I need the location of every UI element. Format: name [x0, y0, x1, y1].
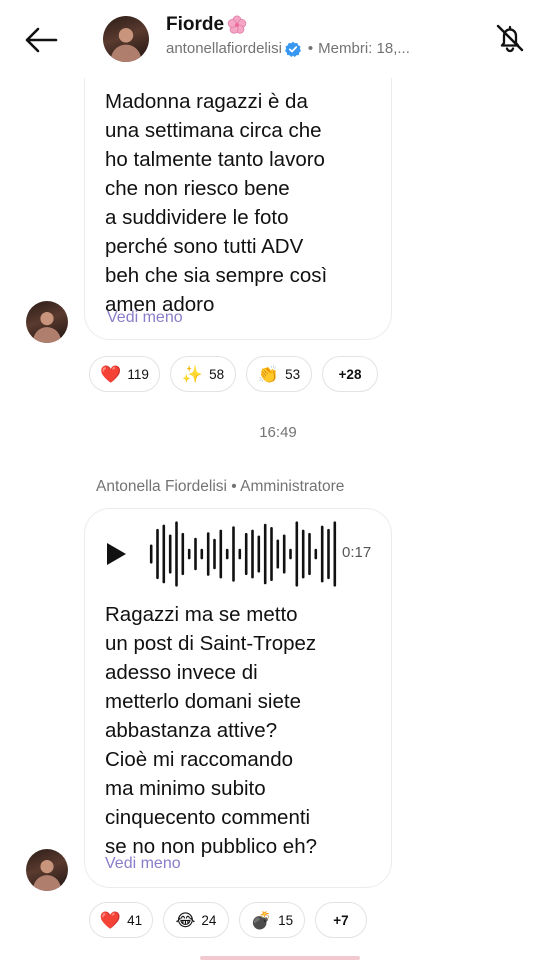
cherry-blossom-icon — [227, 15, 247, 34]
laughing-face-icon: 😂 — [175, 910, 196, 930]
channel-subtitle: antonellafiordelisi • Membri: 18,... — [166, 40, 410, 57]
audio-waveform[interactable] — [148, 519, 338, 589]
avatar-image — [103, 16, 149, 62]
back-button[interactable] — [18, 20, 64, 60]
avatar-image — [26, 301, 68, 343]
reaction-more[interactable]: +7 — [315, 902, 367, 938]
message-timestamp: 16:49 — [259, 424, 297, 441]
sender-separator: • — [231, 478, 237, 495]
reaction-count: 15 — [278, 912, 294, 928]
message-bubble[interactable]: Madonna ragazzi è da una settimana circa… — [84, 54, 392, 340]
see-less-link[interactable]: Vedi meno — [107, 309, 183, 327]
reaction-count: 41 — [127, 912, 143, 928]
clapping-hands-icon: 👏 — [257, 364, 280, 384]
verified-badge-icon — [284, 41, 301, 57]
reaction-laugh[interactable]: 😂 24 — [163, 902, 229, 938]
sender-line: Antonella Fiordelisi • Amministratore — [96, 478, 344, 496]
reaction-count: 58 — [209, 366, 225, 382]
sparkles-icon: ✨ — [181, 364, 204, 384]
reaction-count: 24 — [201, 912, 217, 928]
message-text: Ragazzi ma se metto un post di Saint-Tro… — [105, 603, 318, 858]
reactions-row: ❤️ 41 😂 24 💣 15 +7 — [89, 902, 367, 938]
channel-title-text: Fiorde — [166, 14, 225, 35]
subtitle-separator: • — [307, 40, 314, 57]
reaction-heart[interactable]: ❤️ 119 — [89, 356, 160, 392]
see-less-link[interactable]: Vedi meno — [105, 855, 181, 873]
mute-button[interactable] — [488, 16, 532, 60]
channel-avatar[interactable] — [103, 16, 149, 62]
channel-handle: antonellafiordelisi — [166, 40, 282, 57]
reaction-count: 53 — [285, 366, 301, 382]
next-message-edge — [200, 956, 360, 960]
chat-header: Fiorde antonellafiordelisi • Membri: 18,… — [0, 0, 556, 78]
message-text: Madonna ragazzi è da una settimana circa… — [105, 90, 328, 316]
member-count: Membri: 18,... — [318, 40, 410, 57]
reaction-bomb[interactable]: 💣 15 — [239, 902, 305, 938]
bell-off-icon — [496, 24, 524, 53]
bomb-icon: 💣 — [250, 910, 273, 930]
reaction-heart[interactable]: ❤️ 41 — [89, 902, 153, 938]
reactions-row: ❤️ 119 ✨ 58 👏 53 +28 — [89, 356, 378, 392]
reaction-more-count: +28 — [338, 366, 362, 382]
voice-message: 0:17 — [104, 519, 386, 589]
sender-avatar[interactable] — [26, 301, 68, 343]
sender-role: Amministratore — [240, 478, 345, 495]
reaction-more[interactable]: +28 — [322, 356, 378, 392]
reaction-count: 119 — [127, 366, 149, 382]
avatar-image — [26, 849, 68, 891]
arrow-left-icon — [25, 27, 58, 53]
sender-avatar[interactable] — [26, 849, 68, 891]
channel-title[interactable]: Fiorde — [166, 14, 248, 36]
sender-name[interactable]: Antonella Fiordelisi — [96, 478, 227, 495]
play-icon[interactable] — [104, 542, 128, 566]
audio-duration: 0:17 — [342, 544, 372, 561]
heart-icon: ❤️ — [99, 910, 122, 930]
reaction-more-count: +7 — [333, 912, 349, 928]
heart-icon: ❤️ — [100, 364, 122, 384]
reaction-sparkles[interactable]: ✨ 58 — [170, 356, 236, 392]
reaction-clap[interactable]: 👏 53 — [246, 356, 312, 392]
